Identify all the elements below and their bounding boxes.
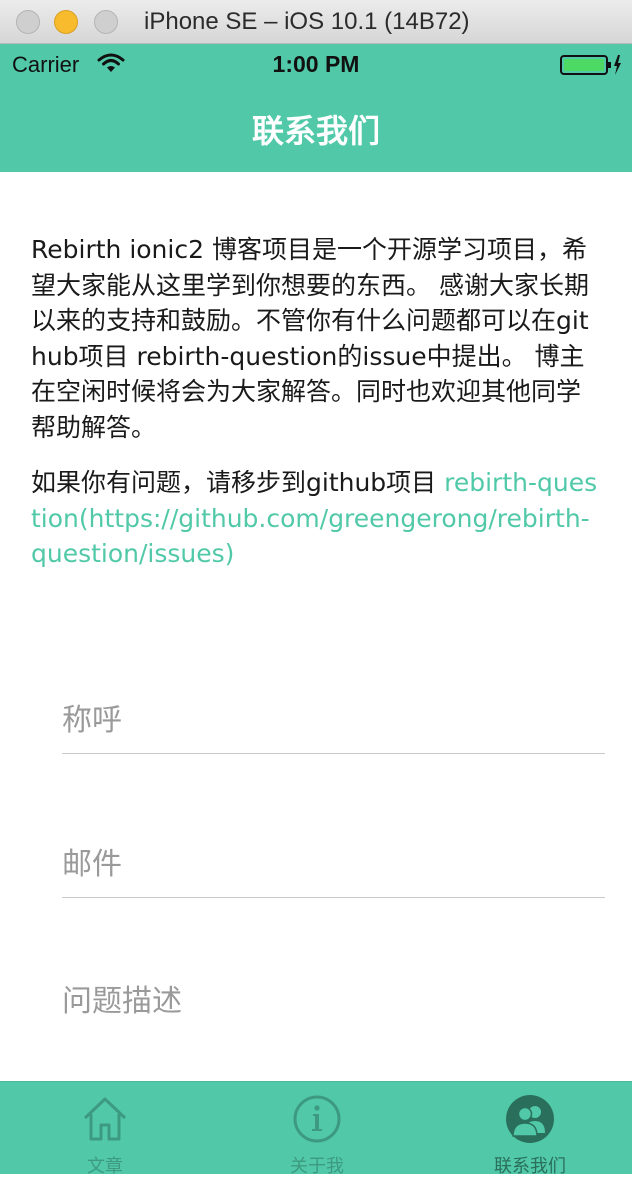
status-bar: Carrier 1:00 PM bbox=[0, 44, 632, 84]
info-icon bbox=[293, 1095, 341, 1143]
question-paragraph: 如果你有问题，请移步到github项目 rebirth-question(htt… bbox=[31, 465, 601, 572]
description-field bbox=[62, 940, 605, 1060]
contact-intro: Rebirth ionic2 博客项目是一个开源学习项目，希望大家能从这里学到你… bbox=[31, 232, 601, 592]
window-minimize-button[interactable] bbox=[54, 10, 78, 34]
tab-contact[interactable]: 联系我们 bbox=[440, 1082, 620, 1177]
question-prefix: 如果你有问题，请移步到github项目 bbox=[31, 468, 445, 497]
home-icon bbox=[83, 1097, 127, 1141]
status-time: 1:00 PM bbox=[272, 51, 360, 77]
tab-about[interactable]: 关于我 bbox=[227, 1082, 407, 1177]
email-input[interactable] bbox=[62, 798, 605, 897]
window-close-button[interactable] bbox=[16, 10, 40, 34]
battery-icon bbox=[560, 55, 621, 75]
tab-articles-label: 文章 bbox=[87, 1156, 123, 1177]
description-input[interactable] bbox=[62, 940, 605, 1060]
email-field bbox=[62, 798, 605, 898]
simulator-title: iPhone SE – iOS 10.1 (14B72) bbox=[144, 8, 470, 35]
tab-contact-label: 联系我们 bbox=[494, 1156, 566, 1177]
tab-articles[interactable]: 文章 bbox=[15, 1082, 195, 1177]
name-input[interactable] bbox=[62, 654, 605, 753]
name-field bbox=[62, 654, 605, 754]
tab-bar: 文章 关于我 联系我们 bbox=[0, 1081, 632, 1177]
navigation-bar: 联系我们 bbox=[0, 84, 632, 172]
contacts-icon bbox=[506, 1095, 554, 1143]
simulator-title-bar: iPhone SE – iOS 10.1 (14B72) bbox=[0, 0, 632, 44]
window-zoom-button[interactable] bbox=[94, 10, 118, 34]
tab-about-label: 关于我 bbox=[290, 1156, 344, 1177]
intro-paragraph: Rebirth ionic2 博客项目是一个开源学习项目，希望大家能从这里学到你… bbox=[31, 235, 589, 442]
page-title: 联系我们 bbox=[251, 112, 380, 150]
